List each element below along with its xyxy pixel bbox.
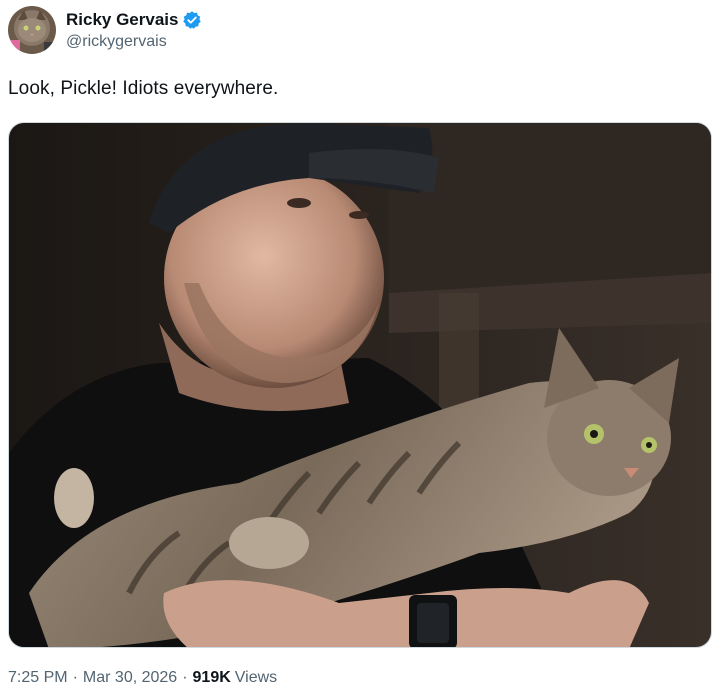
photo-man-with-cat [9, 123, 711, 647]
author-handle[interactable]: @rickygervais [66, 33, 202, 51]
meta-separator: · [72, 669, 78, 686]
meta-separator: · [182, 669, 188, 686]
display-name-row: Ricky Gervais [66, 9, 202, 31]
views-label: Views [234, 669, 278, 686]
tweet-text: Look, Pickle! Idiots everywhere. [8, 78, 279, 99]
verified-badge-icon[interactable] [182, 10, 202, 30]
display-name[interactable]: Ricky Gervais [66, 10, 178, 30]
tweet-date[interactable]: Mar 30, 2026 [83, 669, 177, 687]
tweet-header: Ricky Gervais @rickygervais [8, 6, 202, 54]
tweet-time[interactable]: 7:25 PM [8, 669, 68, 687]
tweet-card: Ricky Gervais @rickygervais Look, Pickle… [0, 0, 720, 700]
avatar[interactable] [8, 6, 56, 54]
author-names: Ricky Gervais @rickygervais [66, 9, 202, 51]
views-count[interactable]: 919K [193, 669, 231, 687]
tweet-meta: 7:25 PM · Mar 30, 2026 · 919K Views [8, 669, 277, 687]
tweet-photo[interactable] [8, 122, 712, 648]
